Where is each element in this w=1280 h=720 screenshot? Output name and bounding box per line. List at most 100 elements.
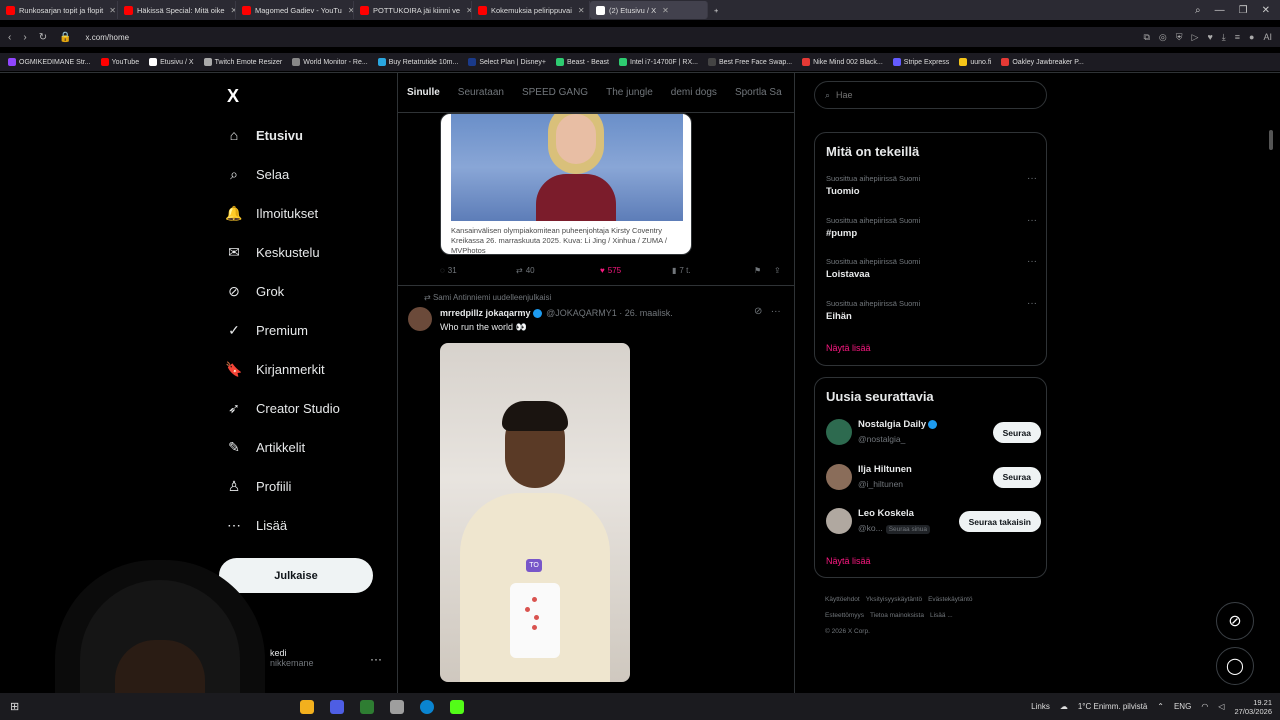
avatar[interactable] — [826, 419, 852, 445]
bookmark-item[interactable]: Oakley Jawbreaker P... — [1001, 58, 1084, 66]
trend-item[interactable]: Suosittua aihepiirissä Suomi Loistavaa ··· — [826, 256, 1041, 280]
browser-tab[interactable]: Runkosarjan topit ja flopit ✕ — [0, 1, 118, 19]
follow-button[interactable]: Seuraa takaisin — [958, 511, 1041, 532]
post-video[interactable]: TO — [440, 343, 630, 682]
nav-item-premium[interactable]: ✓ Premium — [226, 322, 308, 338]
play-icon[interactable]: ▷ — [1192, 32, 1199, 43]
more-icon[interactable]: ··· — [1027, 173, 1037, 184]
feed-tab[interactable]: SPEED GANG — [513, 87, 597, 98]
nav-item-ilmoitukset[interactable]: 🔔 Ilmoitukset — [225, 205, 318, 221]
forward-icon[interactable]: › — [23, 32, 26, 43]
shield-icon[interactable]: ⛨ — [1176, 32, 1183, 43]
nav-item-etusivu[interactable]: ⌂ Etusivu — [226, 127, 303, 143]
bookmark-item[interactable]: Intel i7-14700F | RX... — [619, 58, 698, 66]
nav-item-grok[interactable]: ⊘ Grok — [226, 283, 284, 299]
windows-start-icon[interactable]: ⊞ — [10, 700, 19, 713]
close-icon[interactable]: ✕ — [1262, 5, 1270, 16]
nav-item-kirjanmerkit[interactable]: 🔖 Kirjanmerkit — [225, 361, 324, 377]
footer-link[interactable]: Evästekäytäntö — [928, 596, 972, 603]
footer-link[interactable]: Esteettömyys — [825, 612, 864, 619]
post-photo[interactable] — [451, 114, 683, 221]
nav-item-selaa[interactable]: ⌕ Selaa — [226, 166, 289, 182]
chevron-up-icon[interactable]: ⌃ — [1157, 702, 1164, 711]
bookmark-item[interactable]: World Monitor - Re... — [292, 58, 368, 66]
app-icon[interactable] — [450, 699, 464, 714]
bookmark-item[interactable]: Etusivu / X — [149, 58, 194, 66]
app-icon[interactable] — [420, 699, 434, 714]
avatar[interactable] — [826, 508, 852, 534]
repost-button[interactable]: ⇄ 40 — [516, 266, 600, 275]
bookmark-button[interactable]: ⚑ — [754, 266, 774, 275]
bookmark-item[interactable]: OGMIKEDIMANE Str... — [8, 58, 91, 66]
browser-tab[interactable]: Magomed Gadiev - YouTu ✕ — [236, 1, 354, 19]
bookmark-item[interactable]: Stripe Express — [892, 58, 949, 66]
feed-tab[interactable]: Seurataan — [449, 87, 513, 98]
browser-tab[interactable]: (2) Etusivu / X ✕ — [590, 1, 708, 19]
app-icon[interactable] — [360, 699, 374, 714]
more-icon[interactable]: ··· — [771, 306, 781, 317]
trend-item[interactable]: Suosittua aihepiirissä Suomi Tuomio ··· — [826, 173, 1041, 197]
share-button[interactable]: ⇪ — [774, 266, 781, 275]
reload-icon[interactable]: ↻ — [39, 32, 47, 43]
back-icon[interactable]: ‹ — [8, 32, 11, 43]
bookmark-item[interactable]: Twitch Emote Resizer — [203, 58, 282, 66]
account-switcher[interactable]: kedi nikkemane — [270, 648, 314, 668]
nav-item-lis[interactable]: ⋯ Lisää — [226, 517, 287, 533]
more-icon[interactable]: ··· — [1027, 215, 1037, 226]
close-tab-icon[interactable]: ✕ — [662, 6, 669, 15]
bookmark-item[interactable]: Select Plan | Disney+ — [468, 58, 546, 66]
bookmark-item[interactable]: uuno.fi — [959, 58, 991, 66]
follow-name[interactable]: Ilja Hiltunen — [858, 464, 912, 475]
browser-tab[interactable]: Kokemuksia pelirippuvai ✕ — [472, 1, 590, 19]
links-toolbar[interactable]: Links — [1031, 702, 1050, 711]
feed-tab[interactable]: Sportla Sa — [726, 87, 791, 98]
new-tab-button[interactable]: + — [708, 1, 724, 19]
post-button[interactable]: Julkaise — [219, 558, 373, 593]
wifi-icon[interactable]: ◠ — [1201, 702, 1208, 711]
follow-name[interactable]: Leo Koskela — [858, 508, 914, 519]
nav-item-profiili[interactable]: ♙ Profiili — [226, 478, 292, 494]
bookmark-item[interactable]: YouTube — [100, 58, 139, 66]
url-field[interactable]: x.com/home — [86, 33, 130, 42]
avatar[interactable] — [826, 463, 852, 490]
trends-show-more[interactable]: Näytä lisää — [826, 343, 871, 353]
nav-item-keskustelu[interactable]: ✉ Keskustelu — [226, 244, 319, 260]
close-tab-icon[interactable]: ✕ — [578, 6, 585, 15]
footer-link[interactable]: Tietoa mainoksista — [870, 612, 924, 619]
bookmark-item[interactable]: Best Free Face Swap... — [707, 58, 792, 66]
heart-icon[interactable]: ♥ — [1207, 32, 1212, 43]
maximize-icon[interactable]: ❐ — [1239, 5, 1248, 16]
menu-icon[interactable]: ≡ — [1235, 32, 1240, 43]
bookmark-item[interactable]: Beast - Beast — [555, 58, 609, 66]
post-image-card[interactable]: Kansainvälisen olympiakomitean puheenjoh… — [440, 113, 692, 255]
scrollbar[interactable] — [1268, 75, 1274, 689]
trend-item[interactable]: Suosittua aihepiirissä Suomi Eihän ··· — [826, 298, 1041, 322]
footer-link[interactable]: Lisää ... — [930, 612, 953, 619]
feed-tab[interactable]: demi dogs — [662, 87, 726, 98]
close-tab-icon[interactable]: ✕ — [109, 6, 116, 15]
x-logo[interactable]: X — [227, 86, 239, 107]
ai-icon[interactable]: AI — [1263, 32, 1272, 43]
nav-item-artikkelit[interactable]: ✎ Artikkelit — [226, 439, 305, 455]
browser-tab[interactable]: Häkissä Special: Mitä oike✕ — [118, 1, 236, 19]
trend-item[interactable]: Suosittua aihepiirissä Suomi #pump ··· — [826, 215, 1041, 239]
scrollbar-thumb[interactable] — [1269, 130, 1273, 150]
author-name[interactable]: mrredpillz jokaqarmy — [440, 308, 531, 318]
views-button[interactable]: ▮ 7 t. — [672, 266, 754, 275]
grok-fab[interactable]: ⊘ — [1216, 602, 1254, 640]
follow-button[interactable]: Seuraa — [992, 422, 1041, 443]
app-icon[interactable] — [330, 699, 344, 714]
browser-tab[interactable]: POTTUKOIRA jäi kiinni ve✕ — [354, 1, 472, 19]
app-icon[interactable] — [300, 699, 314, 714]
reply-button[interactable]: ◌ 31 — [440, 266, 516, 275]
follow-button[interactable]: Seuraa — [992, 466, 1041, 488]
feed-tab[interactable]: Sinulle — [398, 87, 449, 98]
search-input[interactable] — [836, 90, 1017, 100]
minimize-icon[interactable]: — — [1215, 5, 1225, 16]
more-icon[interactable]: ··· — [370, 652, 382, 666]
extension-icon[interactable]: ⧉ — [1143, 32, 1149, 43]
clock[interactable]: 19.21 27/03/2026 — [1234, 698, 1272, 716]
search-icon[interactable]: ⌕ — [1195, 5, 1201, 16]
profile-icon[interactable]: ● — [1249, 32, 1254, 43]
follow-name[interactable]: Nostalgia Daily — [858, 419, 939, 430]
